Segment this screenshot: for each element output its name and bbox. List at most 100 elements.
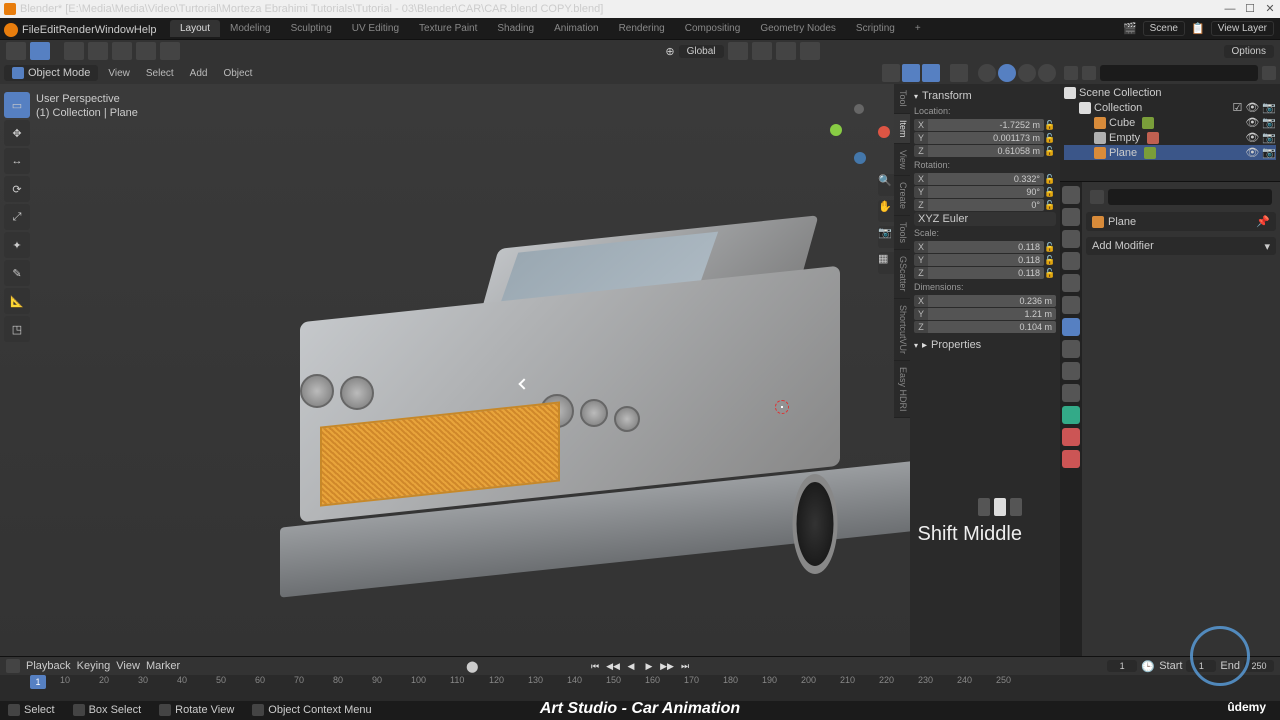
timeline-ruler[interactable]: 1 10203040506070809010011012013014015016… — [0, 675, 1280, 701]
dim-y[interactable]: 1.21 m — [928, 308, 1056, 320]
outliner-filter-icon[interactable] — [1262, 66, 1276, 80]
tool-measure[interactable]: 📐 — [4, 288, 30, 314]
selectmode-1-icon[interactable] — [64, 42, 84, 60]
prop-tab-world[interactable] — [1062, 274, 1080, 292]
viewport-3d[interactable]: User Perspective (1) Collection | Plane … — [0, 84, 1060, 656]
prop-tab-viewlayer[interactable] — [1062, 230, 1080, 248]
snap-target-icon[interactable] — [776, 42, 796, 60]
ntab-view[interactable]: View — [894, 144, 910, 176]
tab-animation[interactable]: Animation — [544, 20, 608, 37]
loc-z[interactable]: 0.61058 m — [928, 145, 1044, 157]
orientation-dropdown[interactable]: Global — [679, 45, 724, 58]
eye-icon[interactable]: 👁 — [1245, 101, 1259, 114]
tab-scripting[interactable]: Scripting — [846, 20, 905, 37]
shading-rendered-icon[interactable] — [1038, 64, 1056, 82]
prop-tab-material[interactable] — [1062, 428, 1080, 446]
scl-y[interactable]: 0.118 — [928, 254, 1044, 266]
tl-menu-keying[interactable]: Keying — [77, 660, 111, 672]
tab-sculpting[interactable]: Sculpting — [281, 20, 342, 37]
tl-menu-marker[interactable]: Marker — [146, 660, 180, 672]
ntab-tool[interactable]: Tool — [894, 84, 910, 114]
options-dropdown[interactable]: Options — [1224, 45, 1274, 58]
tab-geonodes[interactable]: Geometry Nodes — [750, 20, 846, 37]
outliner-editor-icon[interactable] — [1064, 66, 1078, 80]
prop-tab-constraints[interactable] — [1062, 384, 1080, 402]
ntab-item[interactable]: Item — [894, 114, 910, 145]
loc-y[interactable]: 0.001173 m — [928, 132, 1044, 144]
tool-scale[interactable]: ⤢ — [4, 204, 30, 230]
rotation-mode-dropdown[interactable]: XYZ Euler — [914, 212, 1056, 226]
nav-gizmo[interactable] — [830, 104, 890, 164]
rot-x[interactable]: 0.332° — [928, 173, 1044, 185]
prop-tab-data[interactable] — [1062, 406, 1080, 424]
gizmo-toggle-icon[interactable] — [902, 64, 920, 82]
rot-z[interactable]: 0° — [928, 199, 1044, 211]
npanel-properties-header[interactable]: ▸ Properties — [914, 337, 1056, 353]
loc-x[interactable]: -1.7252 m — [928, 119, 1044, 131]
props-object-row[interactable]: Plane 📌 — [1086, 212, 1276, 231]
timeline-editor-icon[interactable] — [6, 659, 20, 673]
tool-cursor[interactable]: ✥ — [4, 120, 30, 146]
tab-texturepaint[interactable]: Texture Paint — [409, 20, 487, 37]
tool-transform[interactable]: ✦ — [4, 232, 30, 258]
prop-tab-modifiers[interactable] — [1062, 318, 1080, 336]
close-button[interactable]: ✕ — [1260, 0, 1280, 18]
outliner-collection[interactable]: Collection ☑👁📷 — [1064, 100, 1276, 115]
prop-tab-object[interactable] — [1062, 296, 1080, 314]
view-selectability-icon[interactable] — [882, 64, 900, 82]
selectmode-2-icon[interactable] — [88, 42, 108, 60]
prop-tab-output[interactable] — [1062, 208, 1080, 226]
tab-add[interactable]: + — [905, 20, 931, 37]
selectmode-3-icon[interactable] — [112, 42, 132, 60]
render-icon[interactable]: 📷 — [1262, 101, 1276, 114]
shading-wireframe-icon[interactable] — [978, 64, 996, 82]
scl-x[interactable]: 0.118 — [928, 241, 1044, 253]
outliner-search[interactable] — [1100, 65, 1258, 81]
ntab-tools[interactable]: Tools — [894, 216, 910, 250]
ntab-easyhdri[interactable]: Easy HDRI — [894, 361, 910, 419]
autokey-icon[interactable]: ⬤ — [466, 660, 478, 673]
vp-menu-object[interactable]: Object — [217, 68, 258, 79]
pin-icon[interactable]: 📌 — [1256, 215, 1270, 228]
gizmo-z-axis[interactable] — [854, 152, 866, 164]
prop-tab-render[interactable] — [1062, 186, 1080, 204]
tab-layout[interactable]: Layout — [170, 20, 220, 37]
tl-menu-view[interactable]: View — [116, 660, 140, 672]
selectmode-5-icon[interactable] — [160, 42, 180, 60]
playhead[interactable]: 1 — [30, 675, 46, 689]
gizmo-y-axis[interactable] — [830, 124, 842, 136]
clock-icon[interactable]: 🕒 — [1141, 660, 1155, 673]
shading-solid-icon[interactable] — [998, 64, 1016, 82]
outliner-displaymode-icon[interactable] — [1082, 66, 1096, 80]
tool-select-box[interactable]: ▭ — [4, 92, 30, 118]
tl-menu-playback[interactable]: Playback — [26, 660, 71, 672]
menu-render[interactable]: Render — [59, 24, 95, 36]
tab-compositing[interactable]: Compositing — [675, 20, 751, 37]
scl-z[interactable]: 0.118 — [928, 267, 1044, 279]
proportional-icon[interactable] — [800, 42, 820, 60]
scene-field[interactable]: Scene — [1143, 21, 1185, 36]
outliner-item-empty[interactable]: Empty 👁📷 — [1064, 130, 1276, 145]
gizmo-x-axis[interactable] — [878, 126, 890, 138]
tab-uv[interactable]: UV Editing — [342, 20, 409, 37]
dim-z[interactable]: 0.104 m — [928, 321, 1056, 333]
pivot-icon[interactable] — [728, 42, 748, 60]
props-search[interactable] — [1108, 189, 1272, 205]
lock-icon[interactable]: 🔓 — [1044, 120, 1056, 131]
rot-y[interactable]: 90° — [928, 186, 1044, 198]
keyframe-next-icon[interactable]: ▶▶ — [659, 659, 675, 673]
minimize-button[interactable]: — — [1220, 0, 1240, 18]
tool-move[interactable]: ↔ — [4, 148, 30, 174]
play-reverse-icon[interactable]: ◀ — [623, 659, 639, 673]
prop-tab-scene[interactable] — [1062, 252, 1080, 270]
prop-tab-physics[interactable] — [1062, 362, 1080, 380]
snap-icon[interactable] — [752, 42, 772, 60]
vp-menu-select[interactable]: Select — [140, 68, 180, 79]
menu-edit[interactable]: Edit — [40, 24, 59, 36]
checkbox-icon[interactable]: ☑ — [1232, 101, 1242, 114]
current-frame[interactable]: 1 — [1107, 660, 1137, 672]
tool-annotate[interactable]: ✎ — [4, 260, 30, 286]
outliner-item-cube[interactable]: Cube 👁📷 — [1064, 115, 1276, 130]
menu-window[interactable]: Window — [95, 24, 134, 36]
keyframe-prev-icon[interactable]: ◀◀ — [605, 659, 621, 673]
